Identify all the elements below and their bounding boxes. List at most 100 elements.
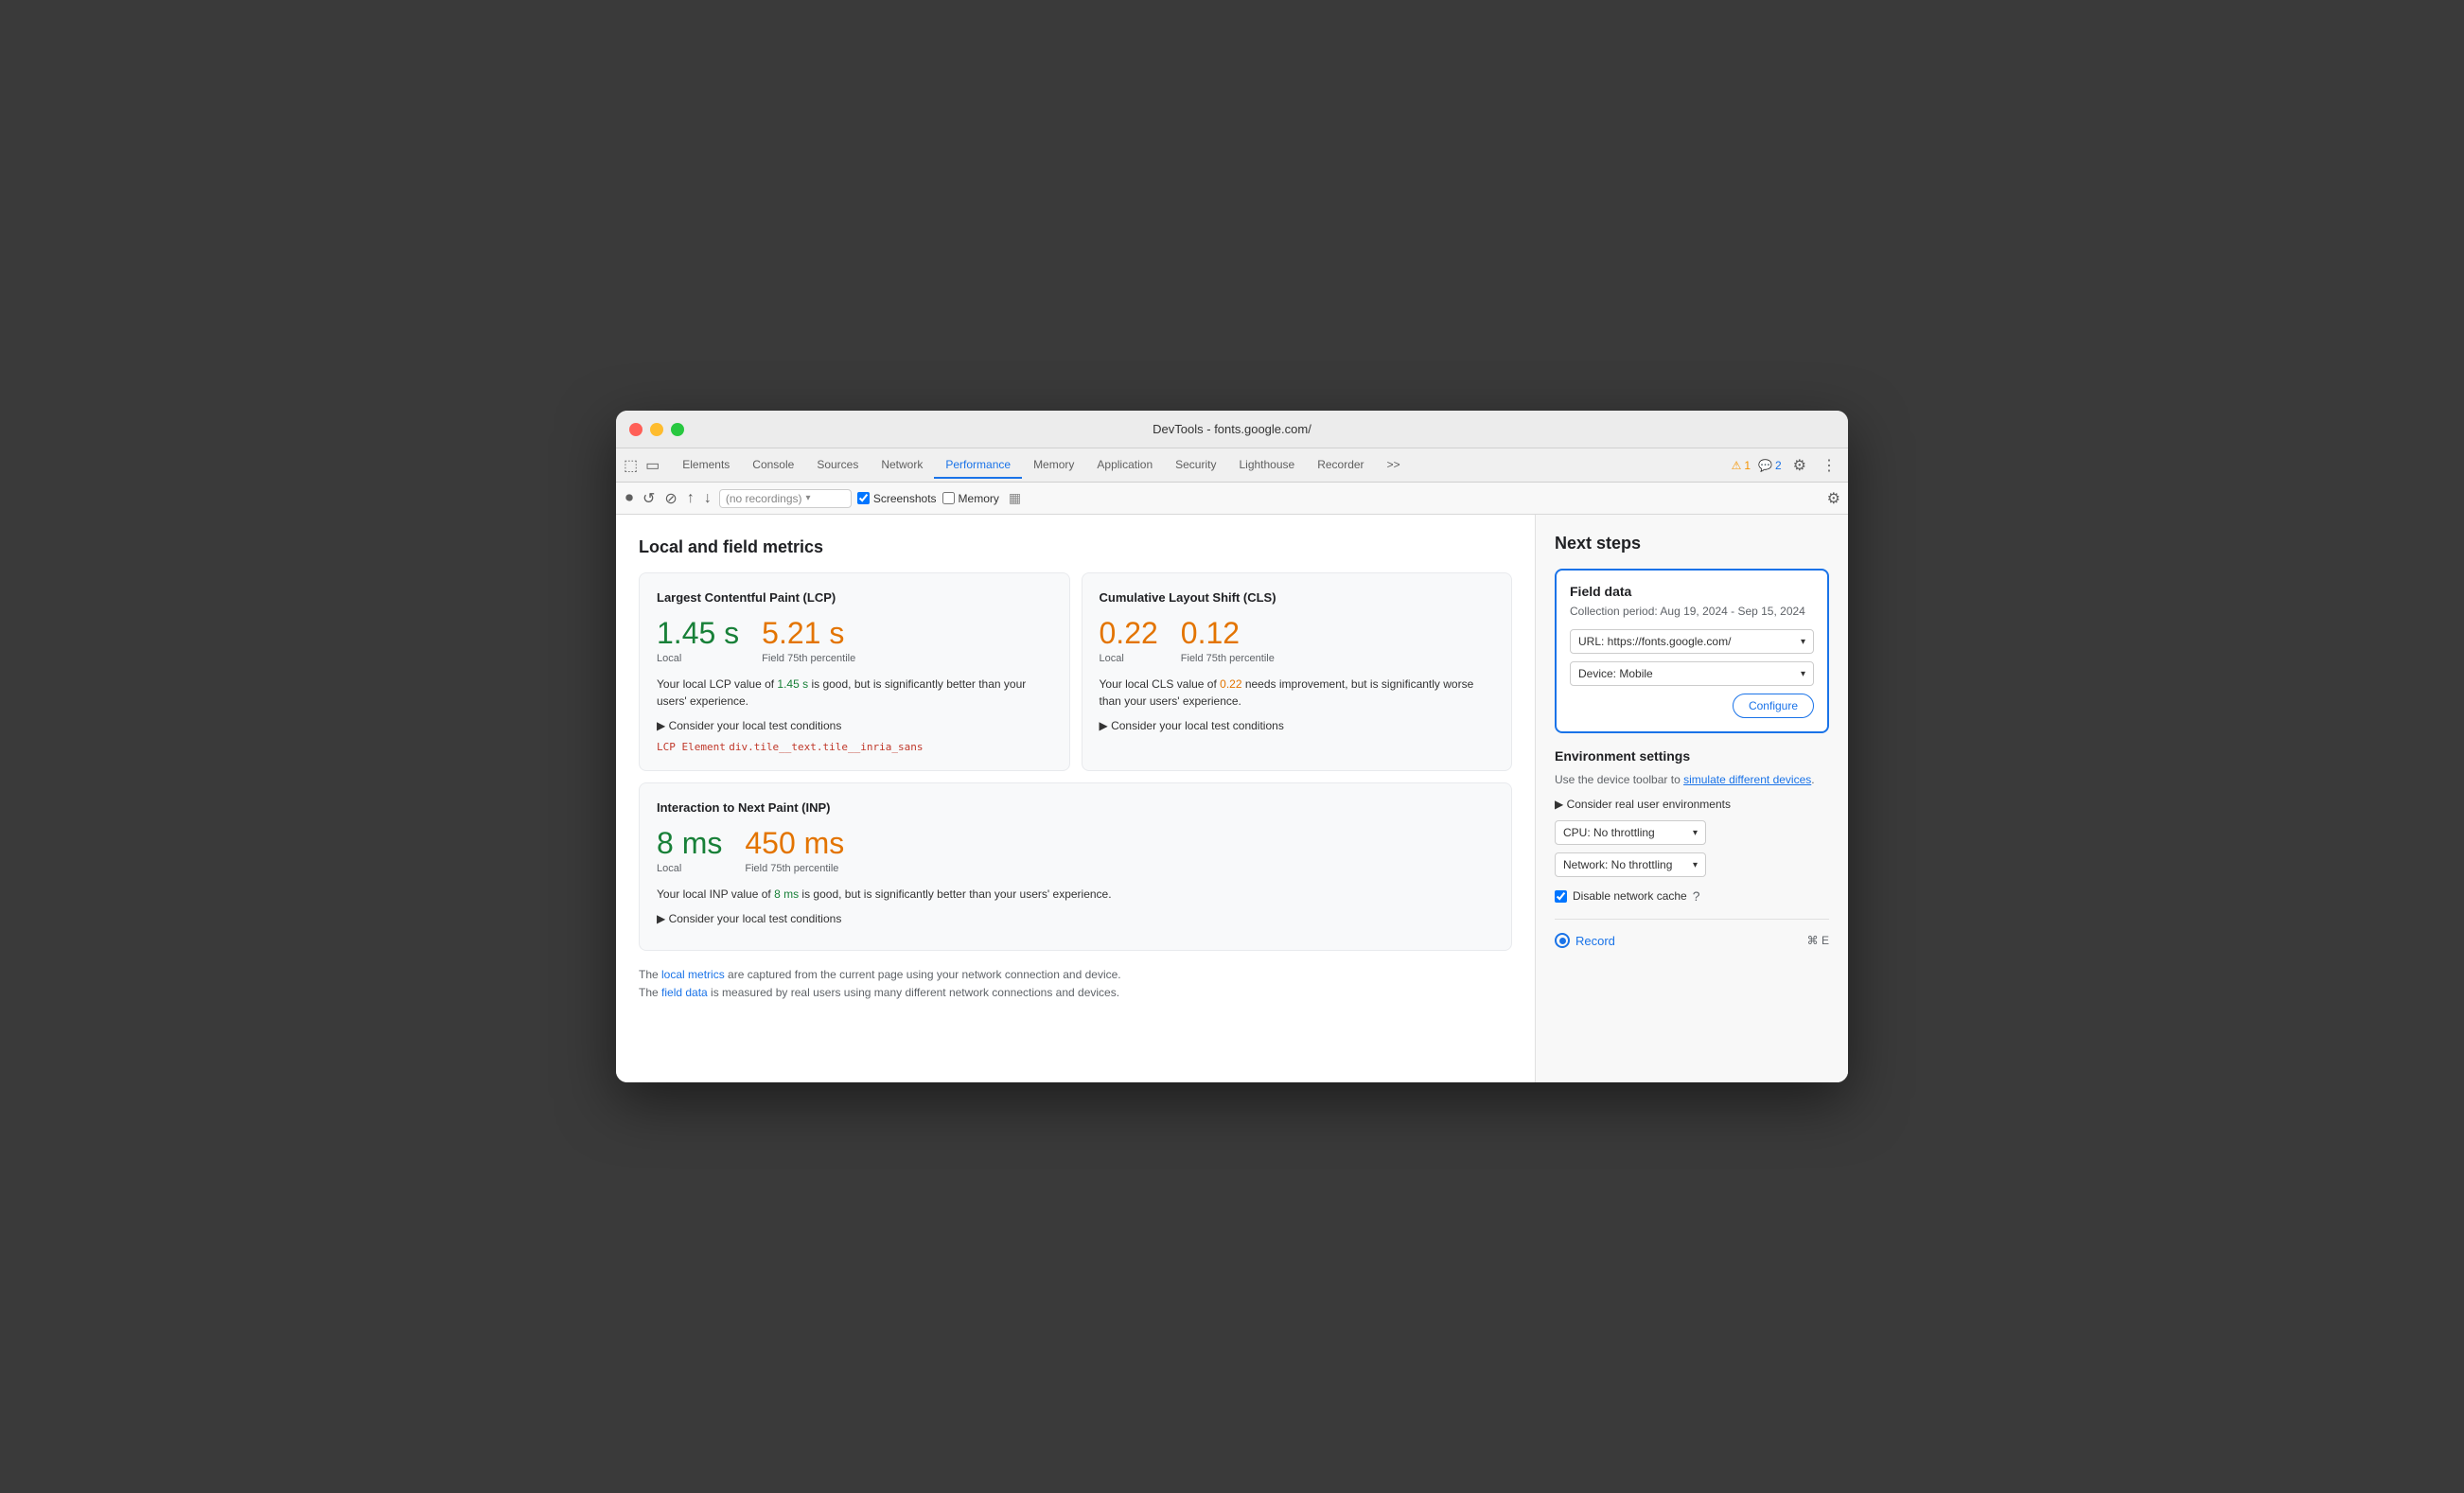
memory-checkbox[interactable] bbox=[942, 492, 955, 504]
disable-cache-label[interactable]: Disable network cache bbox=[1573, 889, 1687, 903]
record-shortcut: ⌘ E bbox=[1807, 934, 1829, 947]
screenshots-label[interactable]: Screenshots bbox=[873, 492, 937, 505]
footer-text: The local metrics are captured from the … bbox=[639, 966, 1512, 1002]
cls-field-label: Field 75th percentile bbox=[1181, 653, 1275, 664]
lcp-title: Largest Contentful Paint (LCP) bbox=[657, 590, 1052, 605]
secondary-toolbar: ⏺ ↺ ⊘ ↑ ↓ (no recordings) ▾ Screenshots … bbox=[616, 483, 1848, 515]
record-button[interactable]: ⏺ bbox=[624, 488, 635, 509]
minimize-button[interactable] bbox=[650, 423, 663, 436]
configure-button[interactable]: Configure bbox=[1733, 694, 1814, 718]
left-panel: Local and field metrics Largest Contentf… bbox=[616, 515, 1536, 1082]
tab-performance[interactable]: Performance bbox=[934, 452, 1022, 479]
cls-title: Cumulative Layout Shift (CLS) bbox=[1100, 590, 1495, 605]
download-button[interactable]: ↓ bbox=[702, 488, 713, 509]
maximize-button[interactable] bbox=[671, 423, 684, 436]
tab-network[interactable]: Network bbox=[870, 452, 934, 479]
secondary-settings-icon[interactable]: ⚙ bbox=[1827, 489, 1840, 508]
upload-button[interactable]: ↑ bbox=[685, 488, 696, 509]
title-bar: DevTools - fonts.google.com/ bbox=[616, 411, 1848, 448]
tab-lighthouse[interactable]: Lighthouse bbox=[1227, 452, 1306, 479]
inp-local-value: 8 ms bbox=[657, 826, 722, 861]
cls-field-value: 0.12 bbox=[1181, 616, 1275, 651]
cls-local-value: 0.22 bbox=[1100, 616, 1158, 651]
lcp-local-value: 1.45 s bbox=[657, 616, 739, 651]
right-panel: Next steps Field data Collection period:… bbox=[1536, 515, 1848, 1082]
toolbar-right: ⚠ 1 💬 2 ⚙ ⋮ bbox=[1732, 454, 1840, 477]
device-value: Device: Mobile bbox=[1578, 667, 1653, 680]
screenshots-checkbox[interactable] bbox=[857, 492, 870, 504]
record-icon bbox=[1555, 933, 1570, 948]
clear-button[interactable]: ⊘ bbox=[662, 487, 678, 510]
tab-recorder[interactable]: Recorder bbox=[1306, 452, 1375, 479]
metrics-grid: Largest Contentful Paint (LCP) 1.45 s Lo… bbox=[639, 572, 1512, 771]
inp-title: Interaction to Next Paint (INP) bbox=[657, 800, 1494, 815]
memory-label[interactable]: Memory bbox=[959, 492, 999, 505]
local-metrics-link[interactable]: local metrics bbox=[661, 968, 725, 981]
close-button[interactable] bbox=[629, 423, 642, 436]
lcp-values: 1.45 s Local 5.21 s Field 75th percentil… bbox=[657, 616, 1052, 664]
cpu-chevron-icon: ▾ bbox=[1693, 828, 1698, 838]
warning-count: 1 bbox=[1744, 459, 1751, 472]
cls-description: Your local CLS value of 0.22 needs impro… bbox=[1100, 676, 1495, 710]
inspector-icon[interactable]: ⬚ bbox=[624, 456, 638, 475]
cls-local-group: 0.22 Local bbox=[1100, 616, 1158, 664]
tab-console[interactable]: Console bbox=[741, 452, 805, 479]
cls-consider-link[interactable]: ▶ Consider your local test conditions bbox=[1100, 719, 1495, 732]
env-settings-section: Environment settings Use the device tool… bbox=[1555, 748, 1829, 904]
network-value: Network: No throttling bbox=[1563, 858, 1672, 871]
url-value: URL: https://fonts.google.com/ bbox=[1578, 635, 1731, 648]
simulate-link[interactable]: simulate different devices bbox=[1683, 773, 1811, 786]
cls-values: 0.22 Local 0.12 Field 75th percentile bbox=[1100, 616, 1495, 664]
device-chevron-icon: ▾ bbox=[1801, 669, 1805, 679]
inp-consider-link[interactable]: ▶ Consider your local test conditions bbox=[657, 912, 1494, 925]
inp-description: Your local INP value of 8 ms is good, bu… bbox=[657, 886, 1494, 903]
tab-security[interactable]: Security bbox=[1164, 452, 1227, 479]
env-dropdowns: CPU: No throttling ▾ Network: No throttl… bbox=[1555, 820, 1829, 877]
memory-icon: ▦ bbox=[1009, 490, 1021, 506]
next-steps-title: Next steps bbox=[1555, 534, 1829, 553]
configure-btn-wrapper: Configure bbox=[1570, 694, 1814, 718]
devtools-window: DevTools - fonts.google.com/ ⬚ ▭ Element… bbox=[616, 411, 1848, 1082]
inp-card: Interaction to Next Paint (INP) 8 ms Loc… bbox=[639, 782, 1512, 951]
field-data-link[interactable]: field data bbox=[661, 986, 708, 999]
inp-field-group: 450 ms Field 75th percentile bbox=[745, 826, 844, 874]
env-description: Use the device toolbar to simulate diffe… bbox=[1555, 771, 1829, 788]
device-selector[interactable]: Device: Mobile ▾ bbox=[1570, 661, 1814, 686]
window-title: DevTools - fonts.google.com/ bbox=[1153, 422, 1311, 436]
traffic-lights bbox=[629, 423, 684, 436]
cls-local-label: Local bbox=[1100, 653, 1158, 664]
lcp-consider-link[interactable]: ▶ Consider your local test conditions bbox=[657, 719, 1052, 732]
refresh-button[interactable]: ↺ bbox=[641, 487, 657, 510]
device-toolbar-icon[interactable]: ▭ bbox=[645, 456, 660, 475]
lcp-field-group: 5.21 s Field 75th percentile bbox=[762, 616, 855, 664]
url-selector[interactable]: URL: https://fonts.google.com/ ▾ bbox=[1570, 629, 1814, 654]
cls-card: Cumulative Layout Shift (CLS) 0.22 Local… bbox=[1082, 572, 1513, 771]
tab-application[interactable]: Application bbox=[1085, 452, 1164, 479]
recording-selector[interactable]: (no recordings) ▾ bbox=[719, 489, 852, 508]
info-badge[interactable]: 💬 2 bbox=[1758, 459, 1782, 472]
settings-icon[interactable]: ⚙ bbox=[1789, 454, 1810, 477]
more-tabs-button[interactable]: >> bbox=[1376, 452, 1412, 479]
help-icon[interactable]: ? bbox=[1693, 888, 1700, 904]
inp-local-group: 8 ms Local bbox=[657, 826, 722, 874]
consider-real-user-link[interactable]: ▶ Consider real user environments bbox=[1555, 798, 1829, 811]
url-chevron-icon: ▾ bbox=[1801, 637, 1805, 647]
record-inner bbox=[1559, 938, 1566, 944]
network-selector[interactable]: Network: No throttling ▾ bbox=[1555, 852, 1706, 877]
cpu-selector[interactable]: CPU: No throttling ▾ bbox=[1555, 820, 1706, 845]
disable-cache-row: Disable network cache ? bbox=[1555, 888, 1829, 904]
lcp-local-group: 1.45 s Local bbox=[657, 616, 739, 664]
tab-navigation: Elements Console Sources Network Perform… bbox=[671, 452, 1411, 479]
memory-checkbox-group: Memory bbox=[942, 492, 999, 505]
tab-elements[interactable]: Elements bbox=[671, 452, 741, 479]
screenshots-checkbox-group: Screenshots bbox=[857, 492, 937, 505]
lcp-field-label: Field 75th percentile bbox=[762, 653, 855, 664]
record-button[interactable]: Record bbox=[1555, 933, 1615, 948]
field-data-card: Field data Collection period: Aug 19, 20… bbox=[1555, 569, 1829, 733]
tab-sources[interactable]: Sources bbox=[805, 452, 870, 479]
disable-cache-checkbox[interactable] bbox=[1555, 890, 1567, 903]
record-section: Record ⌘ E bbox=[1555, 919, 1829, 948]
more-options-icon[interactable]: ⋮ bbox=[1818, 454, 1840, 477]
tab-memory[interactable]: Memory bbox=[1022, 452, 1085, 479]
warning-badge[interactable]: ⚠ 1 bbox=[1732, 459, 1751, 472]
